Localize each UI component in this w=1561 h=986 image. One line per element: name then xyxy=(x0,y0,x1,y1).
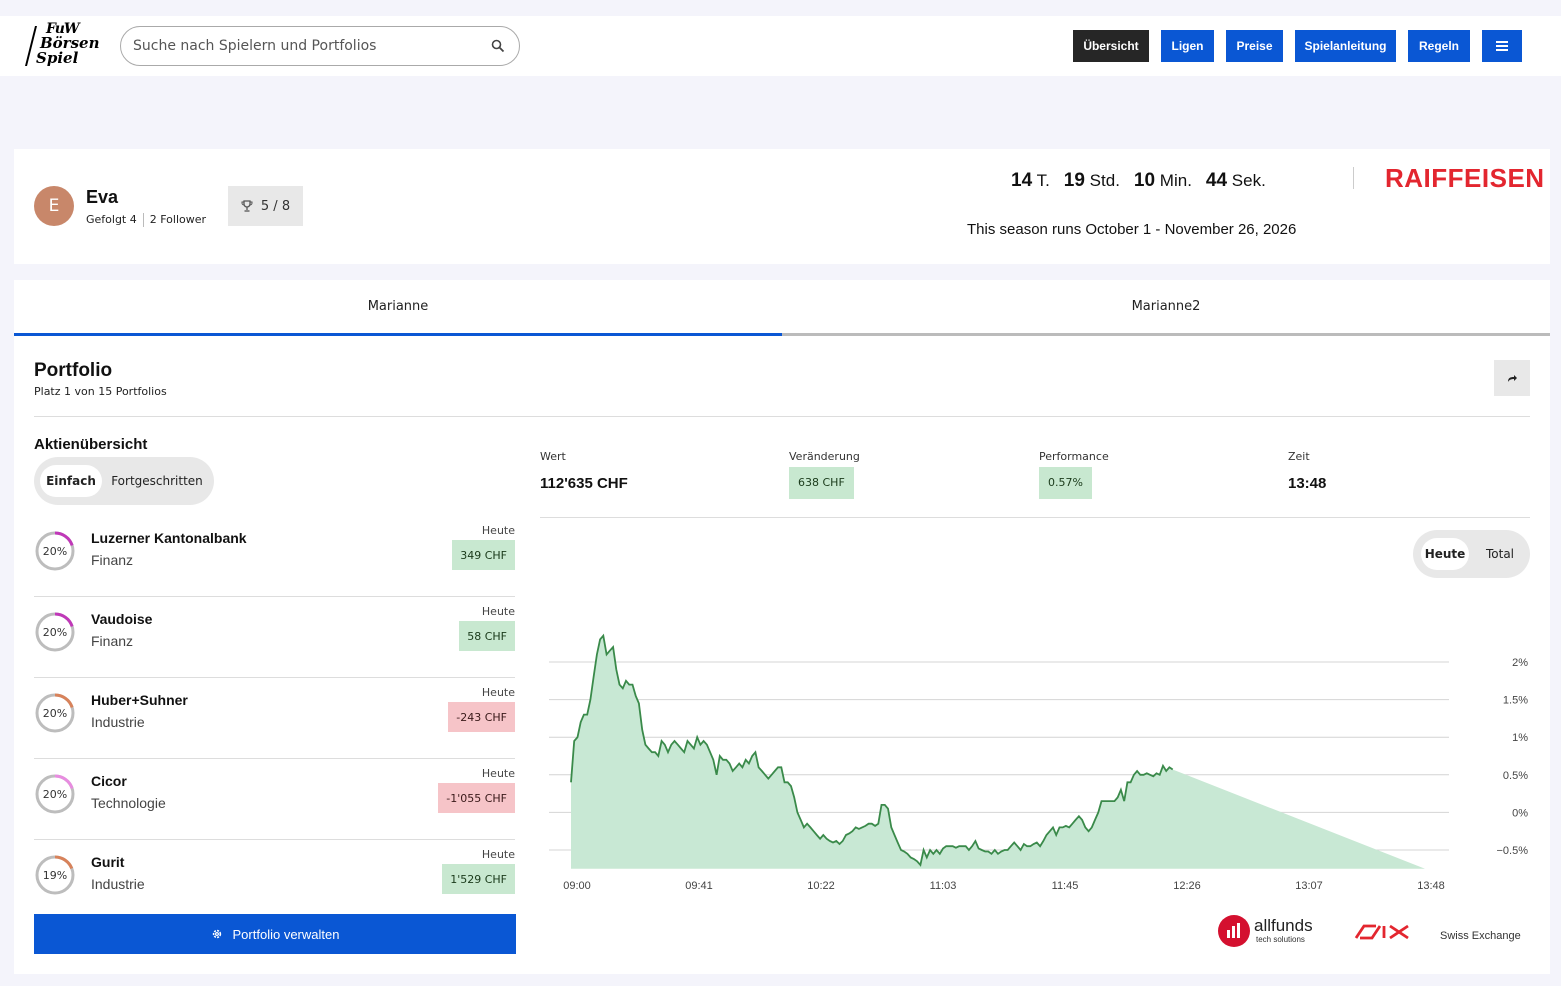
x-tick-label: 11:03 xyxy=(930,880,957,892)
profile-card: E Eva Gefolgt 4 2 Follower 5 / 8 14 T. 1… xyxy=(14,149,1550,264)
follow-stats: Gefolgt 4 2 Follower xyxy=(86,213,206,227)
x-tick-label: 11:45 xyxy=(1052,880,1079,892)
allfunds-wordmark: allfunds xyxy=(1254,916,1313,935)
portfolio-card: Marianne Marianne2 Portfolio Platz 1 von… xyxy=(14,280,1550,974)
nav-spielanleitung-button[interactable]: Spielanleitung xyxy=(1295,30,1396,62)
countdown-days: 14 T. xyxy=(1011,170,1050,191)
x-tick-label: 12:26 xyxy=(1173,880,1201,892)
allfunds-logo[interactable]: allfunds tech solutions xyxy=(1218,914,1328,948)
countdown-hours: 19 Std. xyxy=(1063,170,1120,191)
x-tick-label: 13:48 xyxy=(1417,880,1445,892)
menu-button[interactable] xyxy=(1482,30,1522,62)
y-tick-label: 1.5% xyxy=(1503,695,1528,707)
allfunds-mark-icon: allfunds tech solutions xyxy=(1218,915,1313,947)
sponsor-divider xyxy=(1353,167,1354,189)
y-tick-label: 1% xyxy=(1512,732,1528,744)
season-dates: This season runs October 1 - November 26… xyxy=(967,221,1297,238)
nav-preise-button[interactable]: Preise xyxy=(1226,30,1283,62)
six-mark-icon: Swiss Exchange xyxy=(1354,924,1521,942)
avatar[interactable]: E xyxy=(34,186,74,226)
raiffeisen-logo[interactable]: RAIFFEISEN xyxy=(1385,163,1545,194)
trophy-badge[interactable]: 5 / 8 xyxy=(228,186,303,226)
allfunds-subline: tech solutions xyxy=(1256,935,1305,944)
countdown-seconds: 44 Sek. xyxy=(1205,170,1266,191)
follow-divider xyxy=(142,213,144,227)
following-count[interactable]: Gefolgt 4 xyxy=(86,213,137,227)
y-tick-label: 0.5% xyxy=(1503,770,1528,782)
x-tick-label: 10:22 xyxy=(807,880,835,892)
followers-count[interactable]: 2 Follower xyxy=(150,213,206,227)
countdown-minutes: 10 Min. xyxy=(1133,170,1192,191)
six-subline: Swiss Exchange xyxy=(1440,930,1521,942)
y-tick-label: 2% xyxy=(1512,657,1528,669)
y-tick-label: 0% xyxy=(1512,807,1528,819)
top-bar: FuW Börsen Spiel Suche nach Spielern und… xyxy=(0,16,1561,76)
trophy-count: 5 / 8 xyxy=(260,198,291,214)
six-swiss-exchange-logo[interactable]: Swiss Exchange xyxy=(1354,918,1524,948)
x-tick-label: 09:00 xyxy=(563,880,591,892)
performance-chart: 2% 1.5% 1% 0.5% 0% −0.5% 09:00 09:41 10:22 11:03 1… xyxy=(549,633,1529,892)
search-placeholder: Suche nach Spielern und Portfolios xyxy=(133,38,377,54)
logo-line-3: Spiel xyxy=(36,49,79,67)
season-countdown: 14 T. 19 Std. 10 Min. 44 Sek. xyxy=(1011,170,1266,192)
fuw-boersenspiel-logo[interactable]: FuW Börsen Spiel xyxy=(25,22,100,68)
nav-ligen-button[interactable]: Ligen xyxy=(1161,30,1214,62)
nav-regeln-button[interactable]: Regeln xyxy=(1408,30,1470,62)
area-fill xyxy=(571,635,1425,869)
y-tick-label: −0.5% xyxy=(1497,845,1529,857)
trophy-icon xyxy=(241,200,253,212)
search-input[interactable]: Suche nach Spielern und Portfolios xyxy=(120,26,520,66)
hamburger-icon xyxy=(1496,41,1508,51)
x-tick-label: 09:41 xyxy=(685,880,713,892)
x-tick-label: 13:07 xyxy=(1295,880,1323,892)
nav-uebersicht-button[interactable]: Übersicht xyxy=(1073,30,1149,62)
player-name[interactable]: Eva xyxy=(86,187,118,208)
search-icon[interactable] xyxy=(491,39,505,53)
